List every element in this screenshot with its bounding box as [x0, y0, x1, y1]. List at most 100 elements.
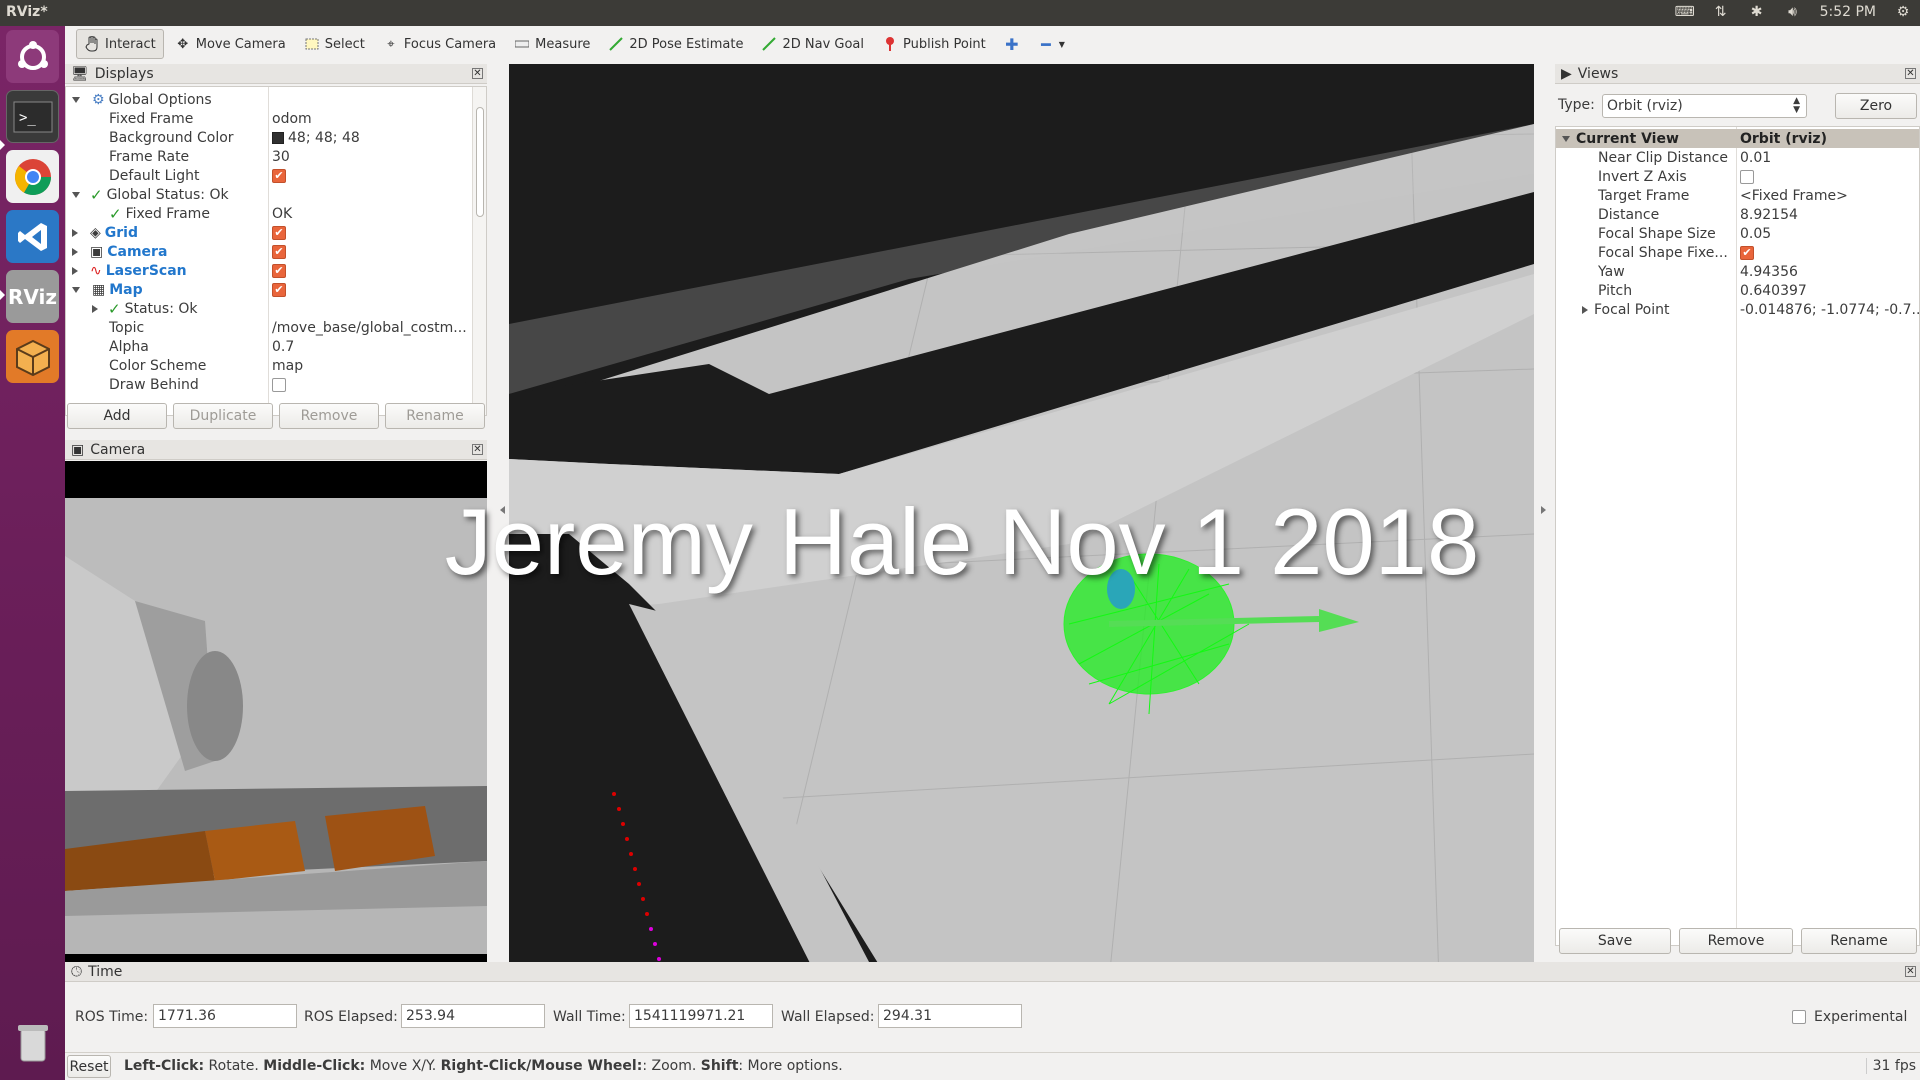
- tree-row-map[interactable]: ▦ Map ✔: [66, 280, 468, 299]
- tree-row-fixed-frame[interactable]: Fixed Frame odom: [66, 109, 468, 128]
- tree-value[interactable]: 8.92154: [1740, 207, 1798, 223]
- select-tool[interactable]: Select: [297, 29, 372, 59]
- expand-icon[interactable]: [72, 247, 78, 256]
- draw-behind-checkbox[interactable]: [272, 377, 286, 392]
- tree-value[interactable]: 0.7: [272, 339, 294, 355]
- focus-camera-tool[interactable]: ⌖ Focus Camera: [376, 29, 503, 59]
- keyboard-icon[interactable]: ⌨: [1674, 3, 1694, 21]
- ros-elapsed-field[interactable]: 253.94: [401, 1004, 545, 1028]
- tree-row-distance[interactable]: Distance 8.92154: [1556, 205, 1919, 224]
- tree-row-focal-shape-fixed[interactable]: Focal Shape Fixe... ✔: [1556, 243, 1919, 262]
- nav-goal-tool[interactable]: 2D Nav Goal: [754, 29, 871, 59]
- settings-gear-icon[interactable]: ⚙: [1894, 3, 1912, 21]
- remove-tool-button[interactable]: ━ ▼: [1031, 29, 1072, 59]
- reset-button[interactable]: Reset: [67, 1055, 111, 1078]
- collapse-left-icon[interactable]: [500, 506, 505, 514]
- move-camera-tool[interactable]: ✥ Move Camera: [168, 29, 293, 59]
- ros-time-field[interactable]: 1771.36: [153, 1004, 297, 1028]
- tree-row-draw-behind[interactable]: Draw Behind: [66, 375, 468, 394]
- remove-view-button[interactable]: Remove: [1679, 928, 1793, 954]
- tree-value[interactable]: map: [272, 358, 303, 374]
- terminal-icon[interactable]: >_: [6, 90, 59, 143]
- add-display-button[interactable]: Add: [67, 403, 167, 429]
- wall-elapsed-field[interactable]: 294.31: [878, 1004, 1022, 1028]
- expand-icon[interactable]: [72, 228, 78, 237]
- tree-row-background-color[interactable]: Background Color 48; 48; 48: [66, 128, 468, 147]
- tree-value[interactable]: -0.014876; -1.0774; -0.7...: [1740, 302, 1919, 318]
- ubuntu-dash-icon[interactable]: [6, 30, 59, 83]
- wall-time-field[interactable]: 1541119971.21: [629, 1004, 773, 1028]
- network-icon[interactable]: ⇅: [1712, 3, 1730, 21]
- expand-icon[interactable]: [72, 191, 80, 198]
- rename-display-button[interactable]: Rename: [385, 403, 485, 429]
- close-icon[interactable]: ✕: [472, 444, 483, 455]
- camera-checkbox[interactable]: ✔: [272, 244, 286, 259]
- collapse-right-icon[interactable]: [1541, 506, 1546, 514]
- expand-icon[interactable]: [72, 286, 80, 293]
- tree-row-focal-shape-size[interactable]: Focal Shape Size 0.05: [1556, 224, 1919, 243]
- tree-row-yaw[interactable]: Yaw 4.94356: [1556, 262, 1919, 281]
- invert-z-checkbox[interactable]: [1740, 169, 1754, 184]
- vscode-icon[interactable]: [6, 210, 59, 263]
- close-icon[interactable]: ✕: [1905, 68, 1916, 79]
- tree-value[interactable]: 30: [272, 149, 290, 165]
- tree-value[interactable]: /move_base/global_costm...: [272, 320, 467, 336]
- clock[interactable]: 5:52 PM: [1820, 4, 1876, 20]
- add-tool-button[interactable]: ✚: [997, 29, 1027, 59]
- zero-button[interactable]: Zero: [1835, 93, 1917, 119]
- tree-row-topic[interactable]: Topic /move_base/global_costm...: [66, 318, 468, 337]
- virtualbox-icon[interactable]: [6, 330, 59, 383]
- tree-row-global-options[interactable]: ⚙ Global Options: [66, 90, 468, 109]
- render-viewport[interactable]: [509, 64, 1534, 981]
- expand-icon[interactable]: [1582, 305, 1588, 314]
- close-icon[interactable]: ✕: [472, 68, 483, 79]
- trash-icon[interactable]: [6, 1016, 59, 1069]
- tree-row-grid[interactable]: ◈ Grid ✔: [66, 223, 468, 242]
- expand-icon[interactable]: [92, 304, 98, 313]
- camera-image-view[interactable]: [65, 461, 487, 981]
- focal-shape-fixed-checkbox[interactable]: ✔: [1740, 245, 1754, 260]
- tree-value[interactable]: 0.640397: [1740, 283, 1807, 299]
- tree-row-fixed-frame-status[interactable]: ✓ Fixed Frame OK: [66, 204, 468, 223]
- interact-tool[interactable]: Interact: [76, 29, 164, 59]
- views-type-select[interactable]: Orbit (rviz) ▲ ▼: [1602, 94, 1807, 118]
- tree-row-near-clip[interactable]: Near Clip Distance 0.01: [1556, 148, 1919, 167]
- expand-icon[interactable]: [72, 96, 80, 103]
- duplicate-display-button[interactable]: Duplicate: [173, 403, 273, 429]
- bluetooth-icon[interactable]: ✱: [1748, 3, 1766, 21]
- tree-row-target-frame[interactable]: Target Frame <Fixed Frame>: [1556, 186, 1919, 205]
- close-icon[interactable]: ✕: [1905, 966, 1916, 977]
- save-view-button[interactable]: Save: [1559, 928, 1671, 954]
- tree-value[interactable]: 4.94356: [1740, 264, 1798, 280]
- tree-row-global-status[interactable]: ✓ Global Status: Ok: [66, 185, 468, 204]
- tree-row-frame-rate[interactable]: Frame Rate 30: [66, 147, 468, 166]
- tree-row-laserscan[interactable]: ∿ LaserScan ✔: [66, 261, 468, 280]
- tree-value[interactable]: 0.01: [1740, 150, 1771, 166]
- pose-estimate-tool[interactable]: 2D Pose Estimate: [601, 29, 750, 59]
- default-light-checkbox[interactable]: ✔: [272, 168, 286, 183]
- tree-value[interactable]: <Fixed Frame>: [1740, 188, 1848, 204]
- tree-value[interactable]: odom: [272, 111, 312, 127]
- tree-row-focal-point[interactable]: Focal Point -0.014876; -1.0774; -0.7...: [1556, 300, 1919, 319]
- scroll-thumb[interactable]: [476, 107, 484, 217]
- remove-display-button[interactable]: Remove: [279, 403, 379, 429]
- tree-row-color-scheme[interactable]: Color Scheme map: [66, 356, 468, 375]
- tree-value[interactable]: 48; 48; 48: [288, 130, 360, 146]
- tree-row-camera[interactable]: ▣ Camera ✔: [66, 242, 468, 261]
- color-swatch[interactable]: [272, 131, 284, 144]
- laserscan-checkbox[interactable]: ✔: [272, 263, 286, 278]
- measure-tool[interactable]: Measure: [507, 29, 597, 59]
- volume-icon[interactable]: 🔊︎: [1784, 3, 1802, 21]
- expand-icon[interactable]: [1562, 135, 1570, 142]
- rviz-icon[interactable]: RViz: [6, 270, 59, 323]
- tree-row-pitch[interactable]: Pitch 0.640397: [1556, 281, 1919, 300]
- grid-checkbox[interactable]: ✔: [272, 225, 286, 240]
- tree-value[interactable]: 0.05: [1740, 226, 1771, 242]
- expand-icon[interactable]: [72, 266, 78, 275]
- map-checkbox[interactable]: ✔: [272, 282, 286, 297]
- tree-row-current-view[interactable]: Current View Orbit (rviz): [1556, 129, 1919, 148]
- tree-row-default-light[interactable]: Default Light ✔: [66, 166, 468, 185]
- tree-row-invert-z[interactable]: Invert Z Axis: [1556, 167, 1919, 186]
- tree-row-map-status[interactable]: ✓ Status: Ok: [66, 299, 468, 318]
- rename-view-button[interactable]: Rename: [1801, 928, 1917, 954]
